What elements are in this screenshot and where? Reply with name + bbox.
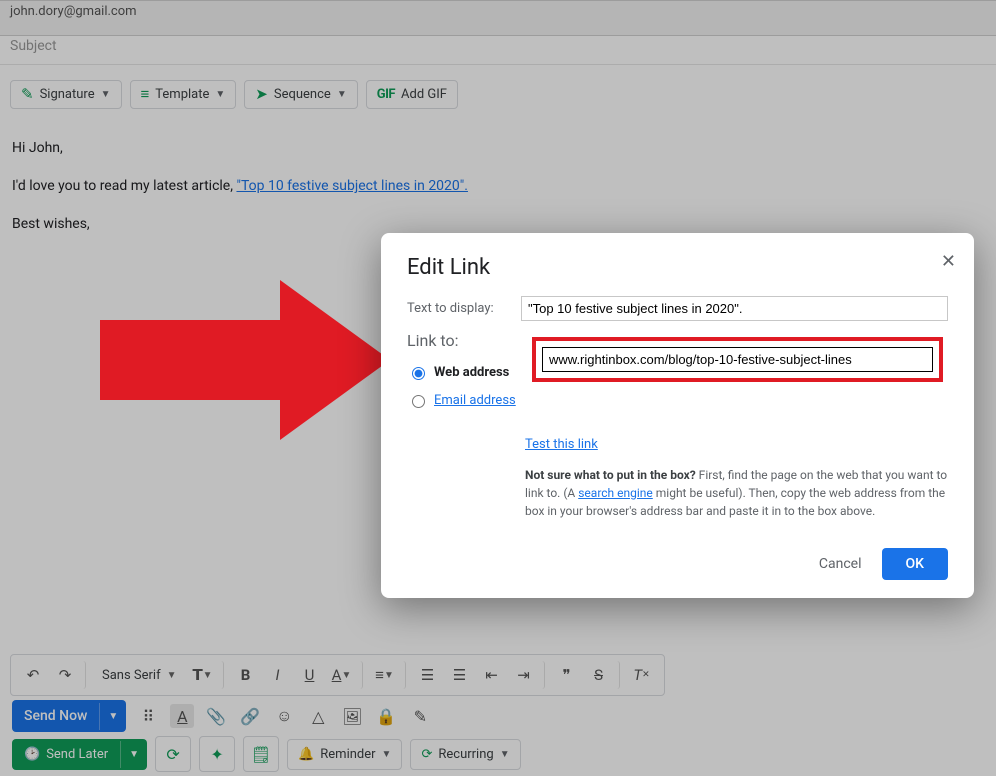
template-button[interactable]: ≡ Template ▼ — [130, 80, 237, 109]
bold-icon[interactable]: B — [232, 661, 260, 689]
email-address-radio[interactable]: Email address — [407, 392, 525, 408]
article-link[interactable]: "Top 10 festive subject lines in 2020". — [236, 178, 468, 194]
add-gif-label: Add GIF — [401, 87, 447, 102]
web-address-radio[interactable]: Web address — [407, 364, 525, 380]
font-family-select[interactable]: Sans Serif ▼ — [94, 668, 185, 683]
clock-icon: 🕑 — [24, 747, 40, 762]
quote-icon[interactable]: ❞ — [553, 661, 581, 689]
edit-link-dialog: ✕ Edit Link Text to display: Link to: We… — [381, 233, 974, 598]
radio-input[interactable] — [412, 395, 425, 408]
search-engine-link[interactable]: search engine — [578, 486, 653, 500]
text-color-icon[interactable]: A▼ — [328, 661, 363, 689]
text-to-display-label: Text to display: — [407, 301, 509, 316]
ok-button[interactable]: OK — [882, 548, 949, 580]
signature-icon: ✎ — [21, 87, 34, 102]
sequence-icon: ➤ — [255, 87, 268, 102]
chevron-down-icon: ▼ — [382, 749, 392, 760]
underline-icon[interactable]: U — [296, 661, 324, 689]
body-text: I'd love you to read my latest article, — [12, 178, 236, 194]
link-to-label: Link to: — [407, 331, 525, 350]
add-gif-button[interactable]: GIF Add GIF — [366, 80, 458, 109]
to-field-row[interactable]: john.dory@gmail.com — [0, 0, 996, 36]
radio-input[interactable] — [412, 367, 425, 380]
undo-icon[interactable]: ↶ — [19, 661, 47, 689]
strikethrough-icon[interactable]: S — [585, 661, 620, 689]
pen-icon[interactable]: ✎ — [408, 704, 432, 728]
chevron-down-icon: ▼ — [101, 89, 111, 100]
send-now-button[interactable]: Send Now ▼ — [12, 700, 126, 732]
help-text: Not sure what to put in the box? First, … — [525, 466, 948, 520]
chevron-down-icon: ▼ — [167, 670, 177, 681]
body-line: Hi John, — [12, 135, 984, 161]
cancel-button[interactable]: Cancel — [807, 548, 874, 580]
url-input[interactable] — [542, 347, 933, 372]
gif-icon: GIF — [377, 88, 395, 101]
align-icon[interactable]: ≡▼ — [371, 661, 406, 689]
recurring-label: Recurring — [438, 747, 493, 762]
confidential-icon[interactable]: 🔒 — [374, 704, 398, 728]
recurring-icon: ⟳ — [421, 747, 432, 762]
bell-icon: 🔔 — [298, 747, 314, 762]
chevron-down-icon: ▼ — [337, 89, 347, 100]
web-address-label: Web address — [434, 365, 509, 380]
numbered-list-icon[interactable]: ☰ — [414, 661, 442, 689]
signature-label: Signature — [40, 87, 95, 102]
font-family-label: Sans Serif — [102, 668, 161, 683]
dropbox-icon[interactable]: ⠿ — [136, 704, 160, 728]
compose-body[interactable]: Hi John, I'd love you to read my latest … — [12, 135, 984, 249]
note-icon[interactable]: 🗒 — [243, 736, 279, 772]
attach-icon[interactable]: 📎 — [204, 704, 228, 728]
help-bold: Not sure what to put in the box? — [525, 468, 696, 482]
test-this-link[interactable]: Test this link — [525, 437, 948, 452]
text-to-display-input[interactable] — [521, 296, 948, 321]
font-size-button[interactable]: 𝗧▼ — [189, 661, 224, 689]
dialog-title: Edit Link — [407, 255, 948, 280]
to-value: john.dory@gmail.com — [10, 4, 137, 19]
send-row: Send Now ▼ ⠿ A 📎 🔗 ☺ △ 🖼 🔒 ✎ — [12, 700, 432, 732]
body-line: I'd love you to read my latest article, … — [12, 173, 984, 199]
template-icon: ≡ — [141, 87, 150, 102]
bulleted-list-icon[interactable]: ☰ — [446, 661, 474, 689]
signature-button[interactable]: ✎ Signature ▼ — [10, 80, 122, 109]
track-icon[interactable]: ⟳ — [155, 736, 191, 772]
redo-icon[interactable]: ↷ — [51, 661, 86, 689]
sequence-label: Sequence — [274, 87, 331, 102]
italic-icon[interactable]: I — [264, 661, 292, 689]
text-format-toggle-icon[interactable]: A — [170, 704, 194, 728]
send-now-label: Send Now — [12, 700, 99, 732]
send-later-button[interactable]: 🕑 Send Later ▼ — [12, 739, 147, 770]
send-later-label: Send Later — [46, 747, 108, 762]
chevron-down-icon[interactable]: ▼ — [120, 741, 147, 768]
chevron-down-icon: ▼ — [215, 89, 225, 100]
email-address-label: Email address — [434, 393, 516, 408]
rightinbox-row: 🕑 Send Later ▼ ⟳ ✦ 🗒 🔔 Reminder ▼ ⟳ Recur… — [12, 736, 521, 772]
sequence-button[interactable]: ➤ Sequence ▼ — [244, 80, 357, 109]
url-field-highlight — [532, 337, 943, 382]
format-toolbar: ↶ ↷ Sans Serif ▼ 𝗧▼ B I U A▼ ≡▼ ☰ ☰ ⇤ ⇥ … — [10, 654, 665, 696]
reminder-button[interactable]: 🔔 Reminder ▼ — [287, 739, 402, 770]
reminder-label: Reminder — [320, 747, 375, 762]
template-label: Template — [155, 87, 209, 102]
indent-more-icon[interactable]: ⇥ — [510, 661, 545, 689]
close-icon[interactable]: ✕ — [941, 251, 956, 272]
drive-icon[interactable]: △ — [306, 704, 330, 728]
chevron-down-icon: ▼ — [500, 749, 510, 760]
red-arrow-annotation — [100, 280, 400, 440]
image-icon[interactable]: 🖼 — [340, 704, 364, 728]
extension-icon[interactable]: ✦ — [199, 736, 235, 772]
indent-less-icon[interactable]: ⇤ — [478, 661, 506, 689]
emoji-icon[interactable]: ☺ — [272, 704, 296, 728]
recurring-button[interactable]: ⟳ Recurring ▼ — [410, 739, 520, 770]
compose-extras-row: ✎ Signature ▼ ≡ Template ▼ ➤ Sequence ▼ … — [10, 80, 458, 109]
send-split-icon[interactable]: ▼ — [99, 703, 126, 730]
subject-field-row[interactable]: Subject — [0, 34, 996, 65]
subject-placeholder: Subject — [10, 38, 57, 54]
link-icon[interactable]: 🔗 — [238, 704, 262, 728]
clear-formatting-icon[interactable]: T✕ — [628, 661, 656, 689]
